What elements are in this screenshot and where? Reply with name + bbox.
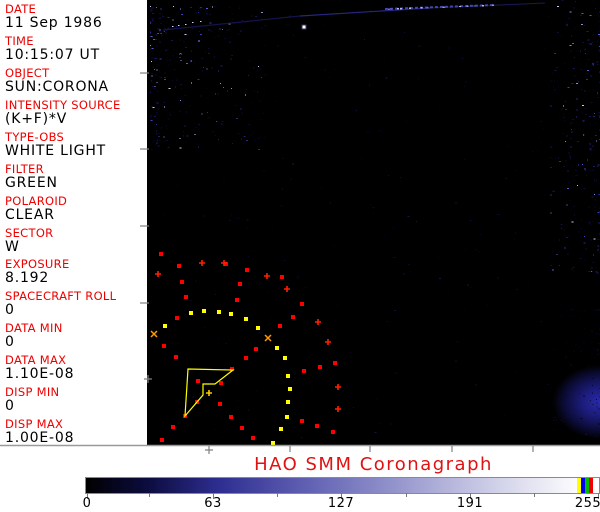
colorbar-label-191: 191 (456, 496, 484, 511)
field-label: DISP MIN (5, 385, 60, 399)
field-label: SPACECRAFT ROLL (5, 289, 117, 303)
colorbar-tick (277, 493, 278, 497)
colorbar-label-127: 127 (327, 496, 355, 511)
field-label: INTENSITY SOURCE (5, 98, 121, 112)
sidebar-field-object: OBJECT SUN:CORONA (5, 67, 109, 95)
field-label: SECTOR (5, 226, 54, 240)
field-value: 10:15:07 UT (5, 47, 100, 63)
sidebar-field-intensity-source: INTENSITY SOURCE (K+F)*V (5, 99, 121, 127)
field-value: CLEAR (5, 207, 55, 223)
field-label: POLAROID (5, 194, 68, 208)
colorbar (85, 477, 600, 494)
field-label: OBJECT (5, 66, 50, 80)
colorbar-label-0: 0 (82, 496, 92, 511)
field-label: DISP MAX (5, 417, 64, 431)
colorbar-label-63: 63 (204, 496, 222, 511)
colorbar-gradient (86, 478, 599, 493)
field-label: EXPOSURE (5, 257, 70, 271)
colorbar-tick (149, 493, 150, 497)
page-title: HAO SMM Coronagraph (254, 454, 493, 475)
field-label: TYPE-OBS (5, 130, 65, 144)
field-value: (K+F)*V (5, 111, 68, 127)
field-value: 11 Sep 1986 (5, 15, 103, 31)
colorbar-tick (534, 493, 535, 497)
field-label: DATE (5, 2, 37, 16)
sidebar-field-date: DATE 11 Sep 1986 (5, 3, 103, 31)
field-value: 1.00E-08 (5, 430, 75, 446)
field-value: 0 (5, 398, 15, 414)
coronagraph-image (147, 0, 600, 445)
coronagraph-viewer: { "window": { "width": 600, "height": 51… (0, 0, 600, 512)
sidebar-field-time: TIME 10:15:07 UT (5, 35, 100, 63)
sidebar-field-spacecraft-roll: SPACECRAFT ROLL 0 (5, 290, 116, 318)
metadata-sidebar: DATE 11 Sep 1986 TIME 10:15:07 UT OBJECT SUN:… (0, 0, 147, 446)
field-label: DATA MAX (5, 353, 67, 367)
field-value: 0 (5, 302, 15, 318)
field-value: 1.10E-08 (5, 366, 75, 382)
sidebar-field-data-min: DATA MIN 0 (5, 322, 63, 350)
field-label: FILTER (5, 162, 44, 176)
image-overlay (150, 0, 600, 445)
colorbar-label-255: 255 (574, 496, 600, 511)
field-value: WHITE LIGHT (5, 143, 107, 159)
sidebar-field-sector: SECTOR W (5, 227, 53, 255)
sidebar-field-type-obs: TYPE-OBS WHITE LIGHT (5, 131, 106, 159)
sidebar-field-data-max: DATA MAX 1.10E-08 (5, 354, 74, 382)
field-label: TIME (5, 34, 34, 48)
field-value: W (5, 239, 20, 255)
sidebar-field-filter: FILTER GREEN (5, 163, 58, 191)
field-value: 8.192 (5, 270, 50, 286)
sidebar-field-polaroid: POLAROID CLEAR (5, 195, 67, 223)
sidebar-field-disp-max: DISP MAX 1.00E-08 (5, 418, 74, 446)
sidebar-field-exposure: EXPOSURE 8.192 (5, 258, 70, 286)
sidebar-field-disp-min: DISP MIN 0 (5, 386, 59, 414)
field-label: DATA MIN (5, 321, 63, 335)
field-value: SUN:CORONA (5, 79, 109, 95)
colorbar-tick (406, 493, 407, 497)
colorbar-annotation-stripe (589, 478, 593, 493)
field-value: GREEN (5, 175, 58, 191)
field-value: 0 (5, 334, 15, 350)
